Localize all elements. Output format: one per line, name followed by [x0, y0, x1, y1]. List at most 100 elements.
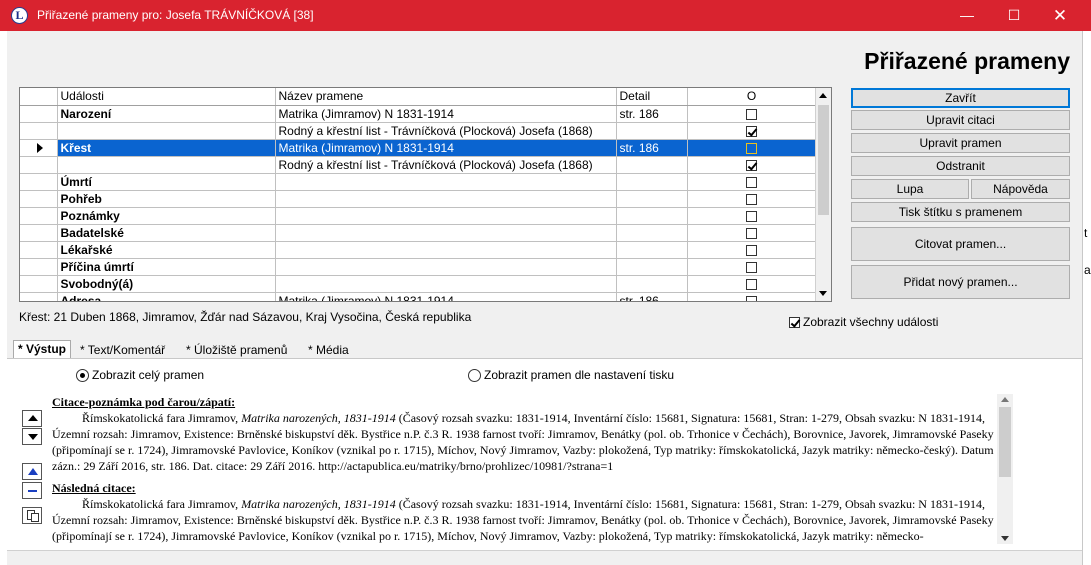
- cell-detail: [616, 156, 688, 174]
- row-indicator[interactable]: [20, 122, 58, 140]
- row-indicator[interactable]: [20, 258, 58, 276]
- cite-source-button[interactable]: Citovat pramen...: [851, 227, 1070, 261]
- cell-event: Příčina úmrtí: [57, 258, 276, 276]
- scroll-down-icon[interactable]: [1001, 536, 1009, 541]
- close-button[interactable]: Zavřít: [851, 88, 1070, 108]
- row-indicator[interactable]: [20, 156, 58, 174]
- row-indicator[interactable]: [20, 207, 58, 225]
- subsequent-title: Následná citace:: [52, 481, 136, 495]
- original-checkbox[interactable]: [746, 193, 757, 205]
- footnote-title: Citace-poznámka pod čarou/zápatí:: [52, 395, 236, 409]
- scroll-down-icon[interactable]: [819, 291, 827, 296]
- radio-unselected-icon[interactable]: [468, 369, 481, 383]
- print-label-button[interactable]: Tisk štítku s pramenem: [851, 202, 1070, 222]
- original-checkbox[interactable]: [746, 210, 757, 222]
- maximize-button[interactable]: ☐: [991, 0, 1037, 31]
- move-down-button[interactable]: [22, 428, 42, 445]
- table-row[interactable]: Rodný a křestní list - Trávníčková (Ploc…: [20, 156, 817, 174]
- table-row[interactable]: Narození Matrika (Jimramov) N 1831-1914 st…: [20, 105, 817, 123]
- cell-source-name: [275, 173, 617, 191]
- close-window-button[interactable]: ✕: [1037, 0, 1083, 31]
- original-checkbox[interactable]: [746, 244, 757, 256]
- cell-o: [687, 156, 817, 174]
- show-all-events-checkbox[interactable]: Zobrazit všechny události: [789, 315, 938, 329]
- scroll-up-icon[interactable]: [1001, 397, 1009, 402]
- cell-source-name: [275, 241, 617, 259]
- cell-o: [687, 241, 817, 259]
- magnifier-button[interactable]: Lupa: [851, 179, 969, 199]
- row-indicator[interactable]: [20, 224, 58, 242]
- original-checkbox[interactable]: [746, 176, 757, 188]
- cell-event: [57, 122, 276, 140]
- grid-scrollbar[interactable]: [815, 88, 831, 301]
- cell-source-name: [275, 190, 617, 208]
- original-checkbox[interactable]: [746, 142, 757, 154]
- row-indicator[interactable]: [20, 292, 58, 301]
- radio-show-print-settings[interactable]: Zobrazit pramen dle nastavení tisku: [468, 368, 674, 383]
- status-bar: [7, 550, 1082, 565]
- cell-o: [687, 173, 817, 191]
- events-grid[interactable]: Události Název pramene Detail O Narození…: [19, 87, 832, 302]
- tab-media[interactable]: * Média: [304, 342, 353, 358]
- cell-source-name: Matrika (Jimramov) N 1831-1914: [275, 292, 617, 301]
- citation-scrollbar[interactable]: [997, 394, 1013, 544]
- radio-selected-icon[interactable]: [76, 369, 89, 383]
- row-indicator[interactable]: [20, 275, 58, 293]
- copy-button[interactable]: [22, 507, 42, 524]
- scroll-thumb[interactable]: [818, 105, 829, 215]
- table-row[interactable]: Lékařské: [20, 241, 817, 259]
- table-row[interactable]: Badatelské: [20, 224, 817, 242]
- move-up-button[interactable]: [22, 410, 42, 427]
- original-checkbox[interactable]: [746, 159, 757, 171]
- row-indicator[interactable]: [20, 139, 58, 157]
- output-panel: Zobrazit celý pramen Zobrazit pramen dle…: [7, 358, 1082, 550]
- radio-show-full-source[interactable]: Zobrazit celý pramen: [76, 368, 204, 383]
- add-new-source-button[interactable]: Přidat nový pramen...: [851, 265, 1070, 299]
- checkbox-icon[interactable]: [789, 317, 800, 329]
- cell-event: Badatelské: [57, 224, 276, 242]
- zoom-out-button[interactable]: [22, 482, 42, 499]
- selected-event-summary: Křest: 21 Duben 1868, Jimramov, Žďár nad…: [19, 310, 472, 324]
- header-o[interactable]: O: [687, 88, 817, 106]
- table-row[interactable]: Poznámky: [20, 207, 817, 225]
- cell-source-name: [275, 207, 617, 225]
- tab-output[interactable]: * Výstup: [13, 340, 72, 359]
- scroll-up-icon[interactable]: [819, 93, 827, 98]
- table-row[interactable]: Úmrtí: [20, 173, 817, 191]
- cell-event: Křest: [57, 139, 276, 157]
- tab-text-comment[interactable]: * Text/Komentář: [76, 342, 169, 358]
- cell-detail: [616, 224, 688, 242]
- window-edge: t a: [1082, 31, 1091, 565]
- cell-o: [687, 122, 817, 140]
- original-checkbox[interactable]: [746, 295, 757, 301]
- table-row[interactable]: Křest Matrika (Jimramov) N 1831-1914 str. …: [20, 139, 817, 157]
- header-events[interactable]: Události: [57, 88, 276, 106]
- arrow-down-icon: [28, 434, 38, 440]
- zoom-in-button[interactable]: [22, 463, 42, 480]
- original-checkbox[interactable]: [746, 227, 757, 239]
- table-row[interactable]: Příčina úmrtí: [20, 258, 817, 276]
- remove-button[interactable]: Odstranit: [851, 156, 1070, 176]
- original-checkbox[interactable]: [746, 278, 757, 290]
- cell-o: [687, 292, 817, 301]
- scroll-thumb[interactable]: [999, 407, 1011, 477]
- tab-source-repository[interactable]: * Úložiště pramenů: [182, 342, 291, 358]
- row-indicator[interactable]: [20, 241, 58, 259]
- table-row[interactable]: Rodný a křestní list - Trávníčková (Ploc…: [20, 122, 817, 140]
- header-indicator: [20, 88, 58, 106]
- minimize-button[interactable]: —: [944, 0, 990, 31]
- table-row[interactable]: Pohřeb: [20, 190, 817, 208]
- table-row[interactable]: Adresa Matrika (Jimramov) N 1831-1914 str.…: [20, 292, 817, 301]
- header-source-name[interactable]: Název pramene: [275, 88, 617, 106]
- original-checkbox[interactable]: [746, 108, 757, 120]
- original-checkbox[interactable]: [746, 261, 757, 273]
- row-indicator[interactable]: [20, 173, 58, 191]
- header-detail[interactable]: Detail: [616, 88, 688, 106]
- row-indicator[interactable]: [20, 105, 58, 123]
- original-checkbox[interactable]: [746, 125, 757, 137]
- help-button[interactable]: Nápověda: [971, 179, 1070, 199]
- edit-citation-button[interactable]: Upravit citaci: [851, 110, 1070, 130]
- table-row[interactable]: Svobodný(á): [20, 275, 817, 293]
- edit-source-button[interactable]: Upravit pramen: [851, 133, 1070, 153]
- row-indicator[interactable]: [20, 190, 58, 208]
